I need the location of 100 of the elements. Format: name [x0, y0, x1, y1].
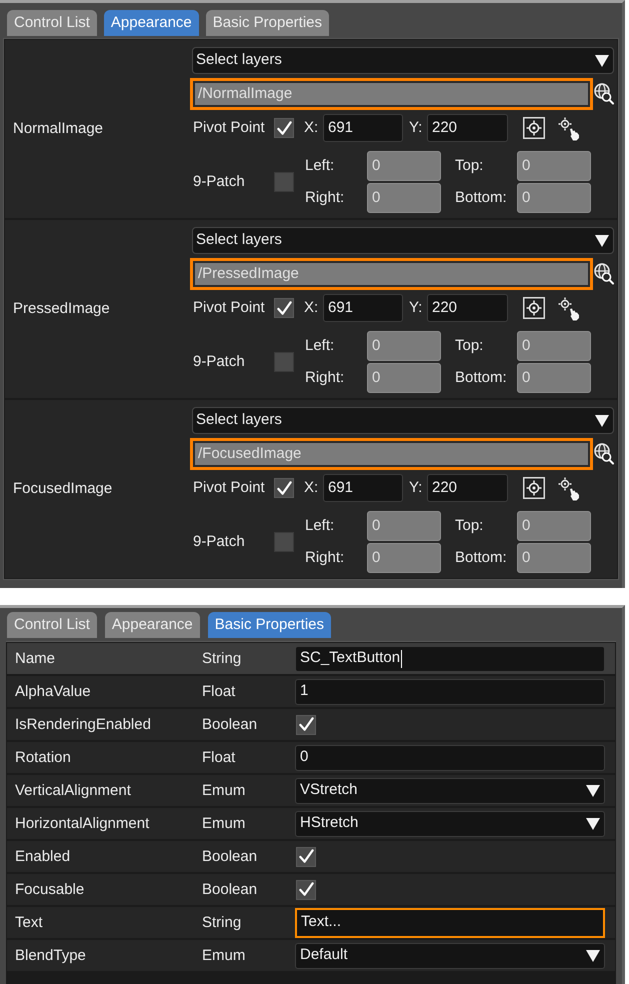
property-name: Focusable — [15, 880, 84, 898]
property-name: Enabled — [15, 848, 70, 864]
value-dropdown[interactable]: HStretch — [295, 810, 605, 836]
property-name: VerticalAlignment — [15, 782, 131, 798]
section-label: NormalImage — [13, 118, 104, 139]
crosshair-icon[interactable] — [523, 297, 545, 319]
property-type: Emum — [202, 946, 246, 964]
checkbox[interactable] — [274, 298, 294, 318]
check-icon — [298, 717, 314, 732]
property-type: Boolean — [202, 848, 258, 864]
left-label: Left: — [305, 516, 336, 536]
property-type: Emum — [202, 814, 246, 832]
property-row[interactable]: Name String SC_TextButton — [7, 643, 615, 674]
property-row[interactable]: Enabled Boolean — [7, 841, 615, 872]
layer-dropdown[interactable]: Select layers — [192, 47, 614, 74]
top-label: Top: — [454, 156, 484, 176]
check-icon — [276, 120, 292, 136]
property-row[interactable]: IsRenderingEnabled Boolean — [7, 709, 615, 740]
y-field[interactable]: 220 — [427, 474, 508, 502]
caret-icon — [595, 234, 609, 246]
checkbox[interactable] — [274, 478, 294, 498]
crosshair-pointer-icon[interactable] — [557, 297, 581, 321]
caret-icon — [586, 950, 600, 962]
x-label: X: — [304, 118, 320, 138]
property-row[interactable]: Rotation Float 0 — [7, 742, 615, 773]
y-label: Y: — [409, 478, 424, 498]
y-field[interactable]: 220 — [427, 294, 508, 322]
property-type: String — [202, 914, 242, 930]
value-dropdown[interactable]: VStretch — [295, 778, 605, 804]
property-row[interactable]: BlendType Emum Default — [7, 940, 615, 971]
pivot-label: Pivot Point — [193, 298, 266, 318]
checkbox[interactable] — [274, 118, 294, 138]
checkbox[interactable] — [274, 352, 294, 372]
pivot-label: Pivot Point — [193, 478, 266, 498]
property-name: AlphaValue — [15, 682, 91, 700]
y-label: Y: — [409, 118, 424, 138]
nine-patch-label: 9-Patch — [193, 352, 246, 372]
checkbox[interactable] — [296, 714, 316, 734]
property-row[interactable]: HorizontalAlignment Emum HStretch — [7, 808, 615, 839]
y-label: Y: — [409, 298, 424, 318]
property-type: Emum — [202, 782, 246, 798]
checkbox[interactable] — [296, 846, 316, 866]
x-label: X: — [304, 478, 320, 498]
left-label: Left: — [305, 156, 336, 176]
property-row[interactable]: Focusable Boolean — [7, 874, 615, 905]
crosshair-pointer-icon[interactable] — [557, 477, 581, 501]
caret-icon — [586, 818, 600, 830]
property-type: Boolean — [202, 880, 258, 898]
property-name: BlendType — [15, 946, 86, 964]
check-icon — [298, 849, 314, 864]
checkbox[interactable] — [274, 172, 294, 192]
y-field[interactable]: 220 — [427, 114, 508, 142]
crosshair-icon[interactable] — [523, 117, 545, 139]
check-icon — [298, 882, 314, 897]
nine-patch-label: 9-Patch — [193, 532, 246, 552]
property-row[interactable]: VerticalAlignment Emum VStretch — [7, 775, 615, 806]
value-field[interactable]: 0 — [295, 744, 605, 770]
property-type: Float — [202, 682, 236, 700]
layer-dropdown[interactable]: Select layers — [192, 227, 614, 254]
globe-search-icon[interactable] — [594, 263, 614, 285]
crosshair-pointer-icon[interactable] — [557, 117, 581, 141]
property-row[interactable]: Text String Text... — [7, 907, 615, 938]
globe-search-icon[interactable] — [594, 83, 614, 105]
bottom-label: Bottom: — [454, 368, 508, 388]
value-field[interactable]: Text... — [295, 908, 605, 938]
property-row[interactable]: AlphaValue Float 1 — [7, 676, 615, 707]
value-field[interactable]: SC_TextButton — [295, 646, 605, 672]
pivot-label: Pivot Point — [193, 118, 266, 138]
section-label: FocusedImage — [13, 478, 112, 499]
x-field[interactable]: 691 — [323, 294, 403, 322]
caret-icon — [595, 414, 609, 426]
right-label: Right: — [305, 548, 346, 568]
x-field[interactable]: 691 — [323, 114, 403, 142]
x-label: X: — [304, 298, 320, 318]
layer-dropdown[interactable]: Select layers — [192, 407, 614, 434]
tab[interactable]: Appearance — [104, 10, 199, 36]
bottom-label: Bottom: — [454, 188, 508, 208]
top-label: Top: — [454, 516, 484, 536]
crosshair-icon[interactable] — [523, 477, 545, 499]
text-cursor — [401, 650, 402, 668]
property-name: IsRenderingEnabled — [15, 716, 151, 732]
property-type: Float — [202, 748, 236, 766]
right-label: Right: — [305, 368, 346, 388]
caret-icon — [595, 54, 609, 66]
value-dropdown[interactable]: Default — [295, 942, 605, 968]
nine-patch-label: 9-Patch — [193, 172, 246, 192]
property-type: Boolean — [202, 716, 258, 732]
bottom-label: Bottom: — [454, 548, 508, 568]
tab[interactable]: Basic Properties — [208, 612, 331, 638]
top-label: Top: — [454, 336, 484, 356]
property-name: HorizontalAlignment — [15, 814, 150, 832]
check-icon — [276, 480, 292, 496]
left-label: Left: — [305, 336, 336, 356]
checkbox[interactable] — [296, 880, 316, 900]
x-field[interactable]: 691 — [323, 474, 403, 502]
value-field[interactable]: 1 — [295, 678, 605, 704]
globe-search-icon[interactable] — [594, 443, 614, 465]
checkbox[interactable] — [274, 532, 294, 552]
section-label: PressedImage — [13, 298, 110, 319]
property-name: Name — [15, 650, 56, 666]
